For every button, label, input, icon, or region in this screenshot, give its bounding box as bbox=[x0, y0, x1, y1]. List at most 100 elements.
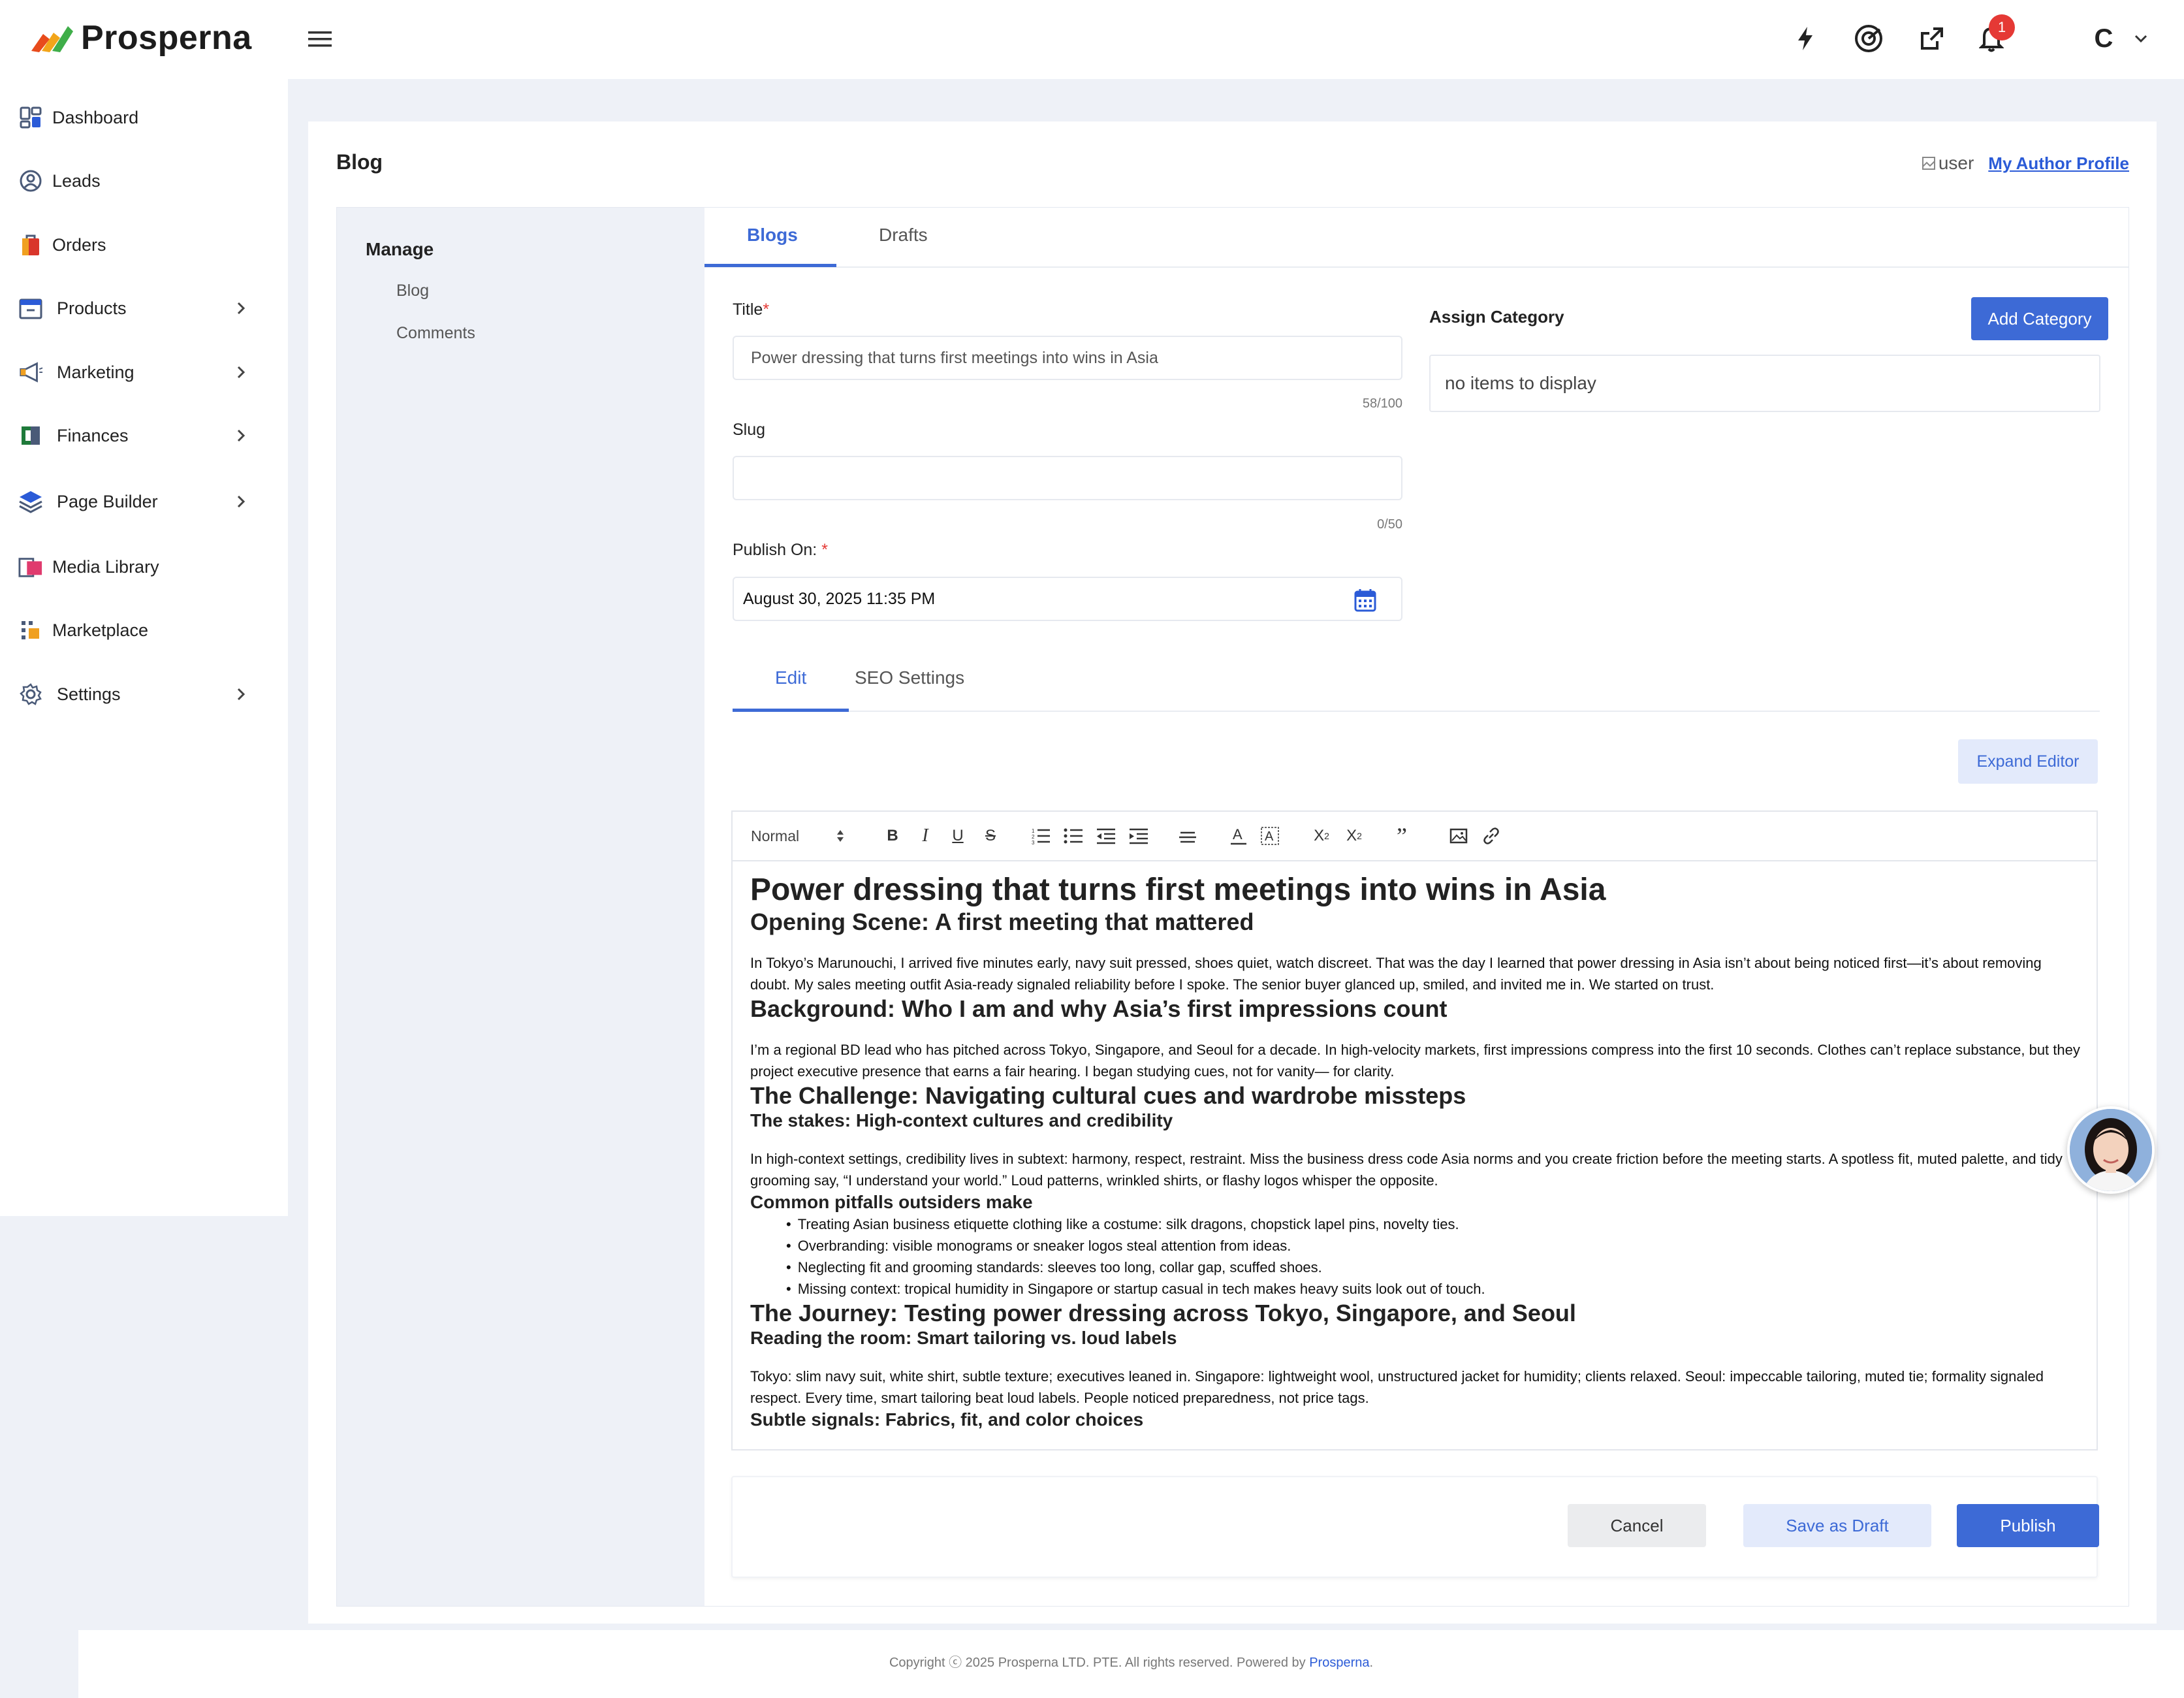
publish-label: Publish On: * bbox=[733, 541, 828, 559]
assistant-portrait-icon bbox=[2070, 1109, 2152, 1191]
list-item: Treating Asian business etiquette clothi… bbox=[786, 1213, 2082, 1235]
outdent-icon[interactable] bbox=[1095, 825, 1117, 847]
blog-editor-container: Manage Blog Comments Blogs Drafts Title*… bbox=[336, 207, 2129, 1607]
footer-link[interactable]: Prosperna bbox=[1309, 1656, 1369, 1670]
image-icon[interactable] bbox=[1448, 825, 1470, 847]
svg-text:A: A bbox=[1233, 826, 1242, 842]
title-label: Title* bbox=[733, 300, 770, 319]
sidebar-item-marketing[interactable]: Marketing bbox=[0, 346, 288, 398]
megaphone-icon bbox=[18, 360, 43, 385]
sidebar-item-orders[interactable]: Orders bbox=[0, 219, 288, 271]
add-category-button[interactable]: Add Category bbox=[1971, 297, 2108, 340]
ordered-list-icon[interactable]: 123 bbox=[1030, 825, 1052, 847]
svg-text:2: 2 bbox=[1032, 834, 1035, 840]
gear-icon bbox=[18, 682, 43, 707]
underline-icon[interactable]: U bbox=[948, 825, 968, 847]
background-color-icon[interactable]: A bbox=[1260, 825, 1280, 847]
sidebar-item-label: Dashboard bbox=[52, 107, 139, 127]
italic-icon[interactable]: I bbox=[915, 825, 935, 847]
content-paragraph: I’m a regional BD lead who has pitched a… bbox=[750, 1042, 2080, 1080]
sidebar-item-settings[interactable]: Settings bbox=[0, 668, 288, 720]
sidebar-item-dashboard[interactable]: Dashboard bbox=[0, 91, 288, 144]
indent-icon[interactable] bbox=[1128, 825, 1150, 847]
form-actions: Cancel Save as Draft Publish bbox=[731, 1476, 2099, 1578]
format-select[interactable]: Normal bbox=[751, 825, 855, 847]
svg-text:3: 3 bbox=[1032, 840, 1035, 844]
tab-drafts[interactable]: Drafts bbox=[879, 225, 928, 246]
content-paragraph: In Tokyo’s Marunouchi, I arrived five mi… bbox=[750, 955, 2042, 993]
title-input[interactable]: Power dressing that turns first meetings… bbox=[733, 336, 1402, 380]
sidebar-item-marketplace[interactable]: Marketplace bbox=[0, 604, 288, 656]
tab-edit[interactable]: Edit bbox=[775, 667, 806, 688]
chat-assistant-avatar[interactable] bbox=[2067, 1106, 2155, 1194]
cancel-button[interactable]: Cancel bbox=[1568, 1504, 1706, 1547]
menu-icon[interactable] bbox=[308, 30, 332, 48]
manage-link-comments[interactable]: Comments bbox=[396, 324, 475, 343]
chevron-right-icon bbox=[237, 429, 245, 442]
sidebar-item-products[interactable]: Products bbox=[0, 282, 288, 334]
align-center-icon[interactable] bbox=[1177, 825, 1199, 847]
strikethrough-icon[interactable]: S bbox=[981, 825, 1000, 847]
sidebar-item-label: Marketplace bbox=[52, 620, 149, 640]
slug-counter: 0/50 bbox=[1377, 517, 1402, 532]
blockquote-icon[interactable]: ” bbox=[1392, 823, 1412, 849]
footer-text: Copyright ⓒ 2025 Prosperna LTD. PTE. All… bbox=[889, 1656, 1310, 1670]
list-item: Missing context: tropical humidity in Si… bbox=[786, 1278, 2082, 1300]
category-list: no items to display bbox=[1429, 355, 2100, 412]
external-link-icon[interactable] bbox=[1916, 22, 1948, 55]
tab-active-indicator bbox=[704, 264, 836, 267]
subscript-icon[interactable]: X2 bbox=[1310, 825, 1333, 847]
media-library-icon bbox=[18, 554, 43, 579]
manage-title: Manage bbox=[366, 239, 434, 259]
editor-content[interactable]: Power dressing that turns first meetings… bbox=[750, 872, 2082, 1431]
superscript-icon[interactable]: X2 bbox=[1343, 825, 1365, 847]
title-counter: 58/100 bbox=[1362, 396, 1402, 411]
svg-text:A: A bbox=[1265, 829, 1274, 844]
calendar-icon[interactable] bbox=[1354, 588, 1376, 612]
list-item: Neglecting fit and grooming standards: s… bbox=[786, 1257, 2082, 1278]
assign-category-label: Assign Category bbox=[1429, 307, 1564, 327]
content-heading-2: Background: Who I am and why Asia’s firs… bbox=[750, 995, 1448, 1022]
list-item: Overbranding: visible monograms or sneak… bbox=[786, 1235, 2082, 1257]
content-list: Treating Asian business etiquette clothi… bbox=[750, 1213, 2082, 1300]
broken-image-icon bbox=[1922, 157, 1935, 170]
sidebar-item-label: Marketing bbox=[57, 362, 135, 382]
tab-seo-settings[interactable]: SEO Settings bbox=[855, 667, 964, 688]
author-image: user bbox=[1922, 153, 1974, 174]
edit-tabs-divider bbox=[733, 711, 2100, 712]
editor-toolbar: Normal B I U S 123 A A X2 X2 ” bbox=[733, 812, 2097, 861]
bullet-list-icon[interactable] bbox=[1062, 825, 1084, 847]
slug-input[interactable] bbox=[733, 456, 1402, 500]
sidebar-item-media-library[interactable]: Media Library bbox=[0, 541, 288, 593]
content-heading-3: Subtle signals: Fabrics, fit, and color … bbox=[750, 1409, 1144, 1430]
manage-link-blog[interactable]: Blog bbox=[396, 281, 429, 300]
notification-badge: 1 bbox=[1989, 14, 2015, 40]
save-draft-button[interactable]: Save as Draft bbox=[1743, 1504, 1931, 1547]
expand-editor-button[interactable]: Expand Editor bbox=[1958, 739, 2098, 784]
chevron-down-icon[interactable] bbox=[2125, 22, 2157, 55]
brand-logo[interactable]: Prosperna bbox=[30, 18, 252, 57]
edit-tab-indicator bbox=[733, 709, 849, 712]
link-icon[interactable] bbox=[1480, 825, 1502, 847]
target-icon[interactable] bbox=[1852, 22, 1885, 55]
user-avatar[interactable]: C bbox=[2087, 22, 2120, 55]
author-profile-link[interactable]: My Author Profile bbox=[1988, 153, 2129, 174]
sidebar-item-leads[interactable]: Leads bbox=[0, 155, 288, 207]
publish-button[interactable]: Publish bbox=[1957, 1504, 2099, 1547]
bold-icon[interactable]: B bbox=[883, 825, 902, 847]
tab-blogs[interactable]: Blogs bbox=[747, 225, 798, 246]
sidebar-item-finances[interactable]: Finances bbox=[0, 409, 288, 462]
sidebar-item-page-builder[interactable]: Page Builder bbox=[0, 475, 288, 528]
chevron-right-icon bbox=[237, 688, 245, 701]
footer: Copyright ⓒ 2025 Prosperna LTD. PTE. All… bbox=[78, 1630, 2184, 1698]
dashboard-icon bbox=[18, 105, 43, 130]
sidebar: Prosperna Dashboard Leads Orders Product… bbox=[0, 0, 288, 1216]
top-bar: 1 C bbox=[288, 0, 2184, 79]
sidebar-item-label: Media Library bbox=[52, 556, 159, 577]
text-color-icon[interactable]: A bbox=[1229, 825, 1248, 847]
content-paragraph: Tokyo: slim navy suit, white shirt, subt… bbox=[750, 1368, 2044, 1406]
leads-icon bbox=[18, 168, 43, 193]
marketplace-icon bbox=[18, 618, 43, 643]
lightning-icon[interactable] bbox=[1789, 22, 1822, 55]
publish-date-input[interactable]: August 30, 2025 11:35 PM bbox=[733, 577, 1402, 621]
